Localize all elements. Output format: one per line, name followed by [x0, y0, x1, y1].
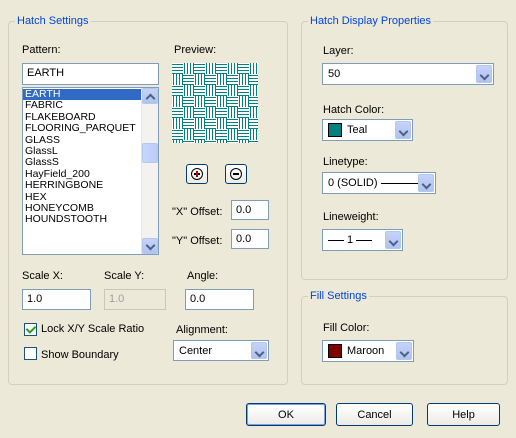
linetype-label: Linetype:	[323, 156, 368, 168]
pattern-list-item[interactable]: HERRINGBONE	[23, 179, 141, 191]
alignment-select[interactable]: Center	[173, 340, 269, 361]
hatch-color-select[interactable]: Teal	[322, 119, 413, 141]
x-offset-label: "X" Offset:	[172, 206, 223, 218]
y-offset-input[interactable]: 0.0	[231, 229, 269, 249]
pattern-list[interactable]: EARTH FABRIC FLAKEBOARD FLOORING_PARQUET GLA…	[22, 87, 159, 255]
scale-y-input: 1.0	[104, 289, 166, 310]
zoom-out-button[interactable]	[225, 164, 247, 184]
fill-color-swatch	[328, 344, 342, 358]
fill-color-select[interactable]: Maroon	[322, 340, 414, 362]
pattern-list-item[interactable]: FLOORING_PARQUET	[23, 122, 141, 134]
lineweight-label: Lineweight:	[323, 211, 379, 223]
linetype-dropdown-button[interactable]	[418, 174, 434, 192]
hatch-color-label: Hatch Color:	[323, 104, 385, 116]
pattern-list-items: EARTH FABRIC FLAKEBOARD FLOORING_PARQUET GLA…	[23, 88, 141, 226]
y-offset-label: "Y" Offset:	[172, 235, 223, 247]
lineweight-value: 1	[347, 234, 354, 246]
linetype-select[interactable]: 0 (SOLID)	[322, 172, 436, 194]
linetype-line-sample	[380, 182, 421, 184]
preview-label: Preview:	[174, 44, 217, 56]
lineweight-line-right	[356, 239, 373, 241]
hatch-color-dropdown-button[interactable]	[395, 121, 411, 139]
fill-settings-group: Fill Settings	[301, 290, 508, 385]
alignment-dropdown-button[interactable]	[251, 342, 267, 359]
x-offset-input[interactable]: 0.0	[231, 200, 269, 220]
fill-color-label: Fill Color:	[323, 322, 370, 334]
lock-ratio-checkbox[interactable]	[24, 323, 37, 336]
linetype-value: 0 (SOLID)	[328, 177, 378, 189]
scale-x-input[interactable]: 1.0	[22, 289, 91, 310]
hatch-preview	[172, 63, 258, 143]
fill-color-value: Maroon	[347, 345, 385, 357]
fill-settings-legend: Fill Settings	[310, 290, 367, 302]
scale-y-label: Scale Y:	[104, 270, 145, 282]
scale-x-label: Scale X:	[22, 270, 63, 282]
pattern-list-scrollbar[interactable]	[141, 88, 158, 254]
scroll-down-button[interactable]	[142, 238, 158, 254]
layer-select[interactable]: 50	[322, 63, 494, 85]
hatch-color-value: Teal	[347, 124, 368, 136]
display-properties-legend: Hatch Display Properties	[310, 15, 432, 27]
alignment-value: Center	[179, 344, 213, 357]
show-boundary-checkbox[interactable]	[24, 347, 37, 360]
ok-button[interactable]: OK	[246, 403, 326, 426]
angle-label: Angle:	[187, 270, 219, 282]
scroll-up-button[interactable]	[142, 88, 158, 104]
fill-color-dropdown-button[interactable]	[396, 342, 412, 360]
hatch-preview-pattern	[172, 63, 258, 143]
lineweight-select[interactable]: 1	[322, 229, 403, 251]
lock-ratio-label[interactable]: Lock X/Y Scale Ratio	[41, 323, 144, 335]
hatch-color-swatch	[328, 123, 342, 137]
lineweight-line-left	[328, 239, 344, 241]
pattern-label: Pattern:	[22, 44, 61, 56]
cancel-button[interactable]: Cancel	[336, 403, 413, 426]
lineweight-dropdown-button[interactable]	[385, 231, 401, 249]
zoom-in-button[interactable]	[186, 164, 208, 184]
layer-value: 50	[328, 68, 341, 80]
pattern-input[interactable]: EARTH	[22, 63, 159, 85]
help-button[interactable]: Help	[427, 403, 500, 426]
show-boundary-label[interactable]: Show Boundary	[41, 349, 119, 361]
layer-label: Layer:	[323, 45, 354, 57]
hatch-settings-legend: Hatch Settings	[17, 15, 89, 27]
scroll-thumb[interactable]	[142, 143, 158, 163]
layer-dropdown-button[interactable]	[476, 65, 492, 83]
alignment-label: Alignment:	[176, 324, 228, 336]
pattern-list-item[interactable]: HOUNDSTOOTH	[23, 213, 141, 225]
zoom-in-icon	[191, 168, 203, 180]
angle-input[interactable]: 0.0	[185, 289, 254, 310]
zoom-out-icon	[230, 168, 242, 180]
